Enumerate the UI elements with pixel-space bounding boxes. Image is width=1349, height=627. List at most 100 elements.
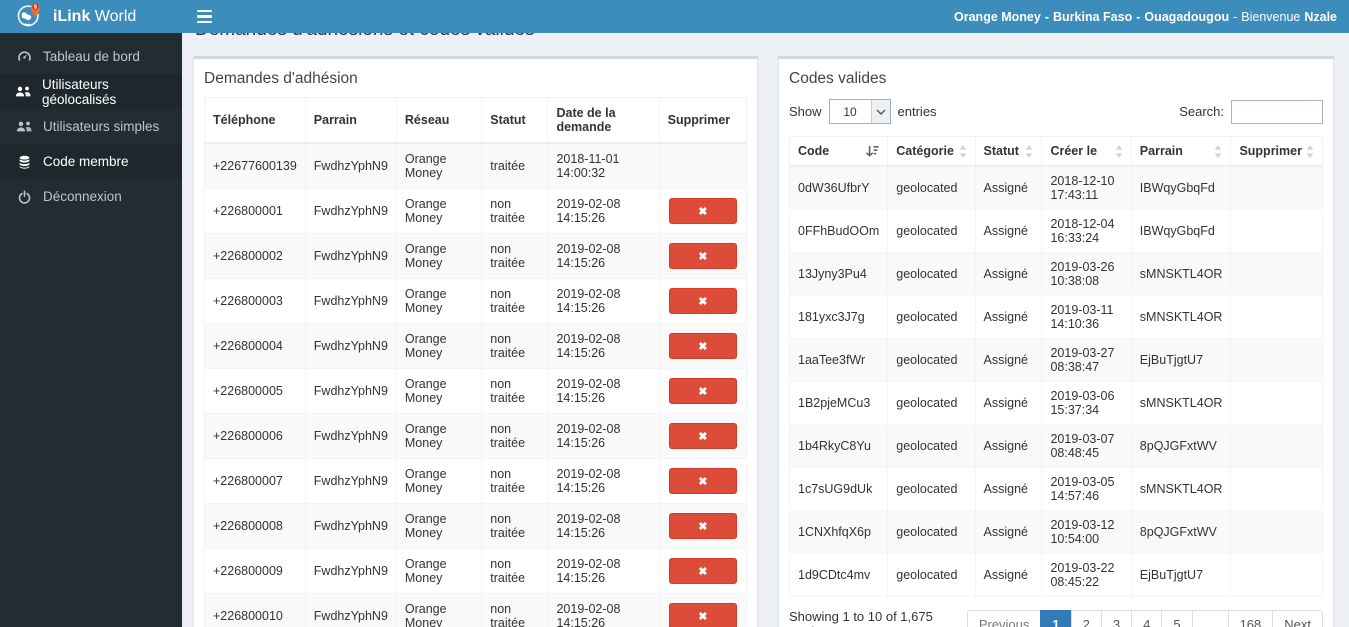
- delete-button[interactable]: ✖: [668, 243, 737, 269]
- cell-supprimer: ✖: [658, 548, 748, 594]
- pagination-page-4[interactable]: 4: [1131, 609, 1163, 627]
- sidebar-item-utilisateurs-simples[interactable]: Utilisateurs simples: [0, 109, 182, 144]
- cell-supprimer: ✖: [658, 458, 748, 504]
- table-row: +22677600139 FwdhzYphN9 Orange Money traité…: [204, 142, 748, 189]
- cell-date: 2018-11-01 14:00:32: [547, 142, 660, 189]
- column-header-reseau: Réseau: [395, 97, 483, 144]
- column-header-creer-le[interactable]: Créer le: [1041, 136, 1132, 167]
- cell-parrain: FwdhzYphN9: [304, 188, 397, 234]
- delete-button[interactable]: ✖: [668, 198, 737, 224]
- pagination-page-2[interactable]: 2: [1070, 609, 1102, 627]
- cell-reseau: Orange Money: [395, 458, 483, 504]
- cell-parrain: IBWqyGbqFd: [1130, 209, 1232, 253]
- search-input[interactable]: [1231, 99, 1323, 124]
- ilink-globe-pin-logo-icon: $: [16, 1, 43, 33]
- column-header-supprimer[interactable]: Supprimer: [1230, 136, 1323, 167]
- cell-parrain: FwdhzYphN9: [304, 233, 397, 279]
- pagination-page-1[interactable]: 1: [1040, 609, 1072, 627]
- cell-reseau: Orange Money: [395, 188, 483, 234]
- cell-supprimer: ✖: [658, 503, 748, 549]
- column-header-parrain[interactable]: Parrain: [1130, 136, 1232, 167]
- delete-button[interactable]: ✖: [668, 288, 737, 314]
- brand-logo[interactable]: $ iLink World: [0, 0, 182, 33]
- cell-statut: Assigné: [974, 209, 1043, 253]
- column-header-code[interactable]: Code: [788, 136, 889, 167]
- sidebar-toggle-hamburger-icon[interactable]: [182, 0, 227, 33]
- cell-parrain: FwdhzYphN9: [304, 278, 397, 324]
- sidebar-item-label: Tableau de bord: [43, 49, 140, 64]
- cell-telephone: +226800002: [204, 233, 306, 279]
- cell-parrain: FwdhzYphN9: [304, 142, 397, 189]
- delete-button[interactable]: ✖: [668, 423, 737, 449]
- cell-categorie: geolocated: [887, 424, 976, 468]
- table-row: 1aaTee3fWr geolocated Assigné 2019-03-27 08…: [788, 338, 1323, 382]
- cell-parrain: FwdhzYphN9: [304, 368, 397, 414]
- table-row: +226800001 FwdhzYphN9 Orange Money non trai…: [204, 188, 748, 234]
- delete-button[interactable]: ✖: [668, 513, 737, 539]
- cell-statut: non traitée: [481, 188, 549, 234]
- cell-code: 181yxc3J7g: [788, 295, 889, 339]
- codes-table-body: 0dW36UfbrY geolocated Assigné 2018-12-10 17…: [788, 165, 1323, 597]
- column-header-date-de-la-demande: Date de la demande: [547, 97, 660, 144]
- pagination-prev[interactable]: Previous: [966, 609, 1042, 627]
- cell-parrain: FwdhzYphN9: [304, 323, 397, 369]
- app-title-bold: iLink: [53, 7, 91, 25]
- column-header-statut[interactable]: Statut: [974, 136, 1043, 167]
- cell-statut: non traitée: [481, 413, 549, 459]
- sidebar-item-deconnexion[interactable]: Déconnexion: [0, 179, 182, 214]
- delete-button[interactable]: ✖: [668, 558, 737, 584]
- cell-supprimer: ✖: [658, 413, 748, 459]
- codes-table: Code Catégorie Statut Créer le Parrain Suppri…: [788, 136, 1323, 597]
- cell-date: 2019-02-08 14:15:26: [547, 548, 660, 594]
- table-row: +226800010 FwdhzYphN9 Orange Money non trai…: [204, 593, 748, 627]
- cell-telephone: +226800008: [204, 503, 306, 549]
- sidebar-item-tableau-de-bord[interactable]: Tableau de bord: [0, 39, 182, 74]
- cell-reseau: Orange Money: [395, 548, 483, 594]
- cell-parrain: sMNSKTL4OR: [1130, 467, 1232, 511]
- cell-date: 2019-02-08 14:15:26: [547, 278, 660, 324]
- cell-statut: Assigné: [974, 338, 1043, 382]
- pagination-next[interactable]: Next: [1272, 609, 1323, 627]
- requests-panel-title: Demandes d'adhésion: [204, 70, 358, 87]
- column-header-categorie[interactable]: Catégorie: [887, 136, 976, 167]
- app-title-regular: World: [90, 7, 137, 25]
- pagination-page-3[interactable]: 3: [1100, 609, 1133, 627]
- sidebar-item-code-membre[interactable]: Code membre: [0, 144, 182, 179]
- cell-reseau: Orange Money: [395, 233, 483, 279]
- entries-label: entries: [897, 104, 937, 119]
- sidebar-item-label: Déconnexion: [43, 189, 122, 204]
- table-row: 13Jyny3Pu4 geolocated Assigné 2019-03-26 10…: [788, 252, 1323, 296]
- cell-telephone: +226800005: [204, 368, 306, 414]
- sort-both-icon: [1306, 144, 1314, 158]
- delete-button[interactable]: ✖: [668, 468, 737, 494]
- cell-telephone: +226800004: [204, 323, 306, 369]
- sidebar-item-utilisateurs-geolocalises[interactable]: Utilisateurs géolocalisés: [0, 74, 182, 109]
- column-header-label: Statut: [983, 144, 1019, 158]
- page-length-select[interactable]: 10: [828, 99, 891, 124]
- column-header-label: Créer le: [1050, 144, 1098, 158]
- cell-supprimer: [1230, 467, 1323, 511]
- sort-asc-icon: [865, 145, 879, 157]
- table-row: +226800009 FwdhzYphN9 Orange Money non trai…: [204, 548, 748, 594]
- cell-supprimer: [658, 142, 748, 189]
- cell-telephone: +226800010: [204, 593, 306, 627]
- cell-parrain: 8pQJGFxtWV: [1130, 510, 1232, 554]
- cell-statut: non traitée: [481, 278, 549, 324]
- cell-supprimer: [1230, 553, 1323, 597]
- context-city: Ouagadougou: [1144, 9, 1230, 24]
- pagination-page-168[interactable]: 168: [1227, 609, 1274, 627]
- users-icon: [15, 120, 33, 133]
- cell-date: 2019-02-08 14:15:26: [547, 458, 660, 504]
- cell-categorie: geolocated: [887, 381, 976, 425]
- cell-reseau: Orange Money: [395, 142, 483, 189]
- cell-statut: non traitée: [481, 593, 549, 627]
- cell-code: 1d9CDtc4mv: [788, 553, 889, 597]
- context-separator: -: [1044, 9, 1050, 24]
- cell-parrain: FwdhzYphN9: [304, 548, 397, 594]
- delete-button[interactable]: ✖: [668, 333, 737, 359]
- delete-button[interactable]: ✖: [668, 378, 737, 404]
- delete-button[interactable]: ✖: [668, 603, 737, 627]
- pagination-page-5[interactable]: 5: [1161, 609, 1193, 627]
- cell-code: 1B2pjeMCu3: [788, 381, 889, 425]
- cell-cree_le: 2019-03-11 14:10:36: [1041, 295, 1132, 339]
